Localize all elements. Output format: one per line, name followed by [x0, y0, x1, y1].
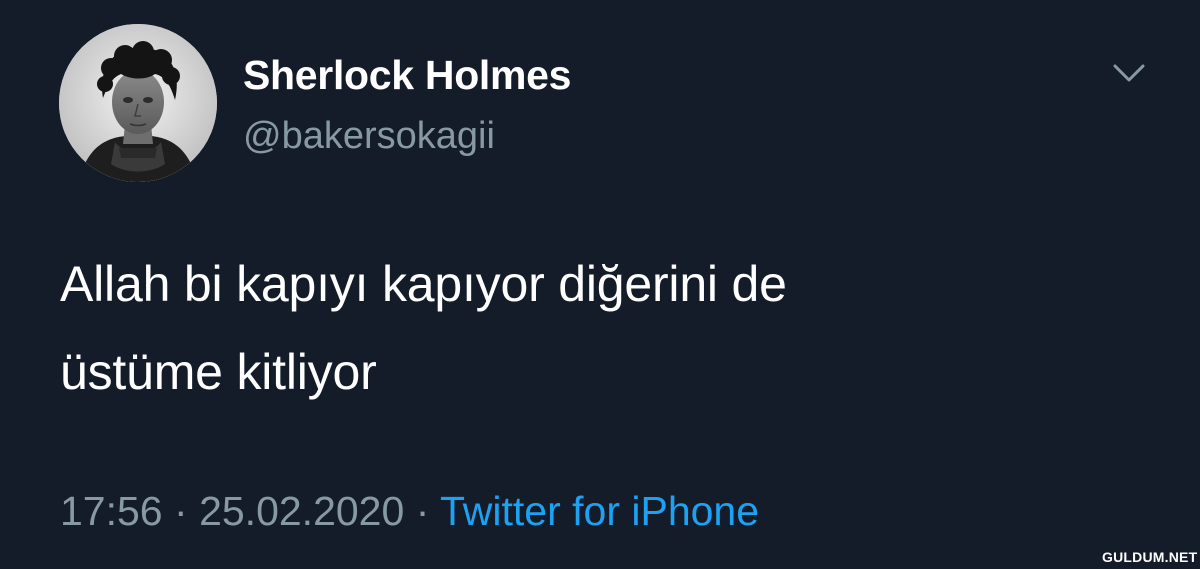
- tweet-card: Sherlock Holmes @bakersokagii Allah bi k…: [0, 0, 1200, 569]
- tweet-text-line: Allah bi kapıyı kapıyor diğerini de: [60, 256, 787, 312]
- avatar[interactable]: [59, 24, 217, 182]
- meta-separator: ·: [174, 488, 188, 534]
- author-handle[interactable]: @bakersokagii: [243, 114, 571, 158]
- tweet-text: Allah bi kapıyı kapıyor diğerini de üstü…: [60, 240, 1120, 416]
- avatar-portrait-icon: [59, 24, 217, 182]
- chevron-down-icon[interactable]: [1112, 60, 1146, 86]
- tweet-meta: 17:56 · 25.02.2020 · Twitter for iPhone: [60, 486, 759, 536]
- meta-separator: ·: [415, 488, 430, 534]
- tweet-source-link[interactable]: Twitter for iPhone: [440, 488, 759, 534]
- tweet-time[interactable]: 17:56: [60, 488, 163, 534]
- author-display-name[interactable]: Sherlock Holmes: [243, 52, 571, 98]
- tweet-author: Sherlock Holmes @bakersokagii: [243, 52, 571, 158]
- tweet-date[interactable]: 25.02.2020: [199, 488, 404, 534]
- watermark: GULDUM.NET: [1102, 549, 1198, 565]
- tweet-text-line: üstüme kitliyor: [60, 344, 377, 400]
